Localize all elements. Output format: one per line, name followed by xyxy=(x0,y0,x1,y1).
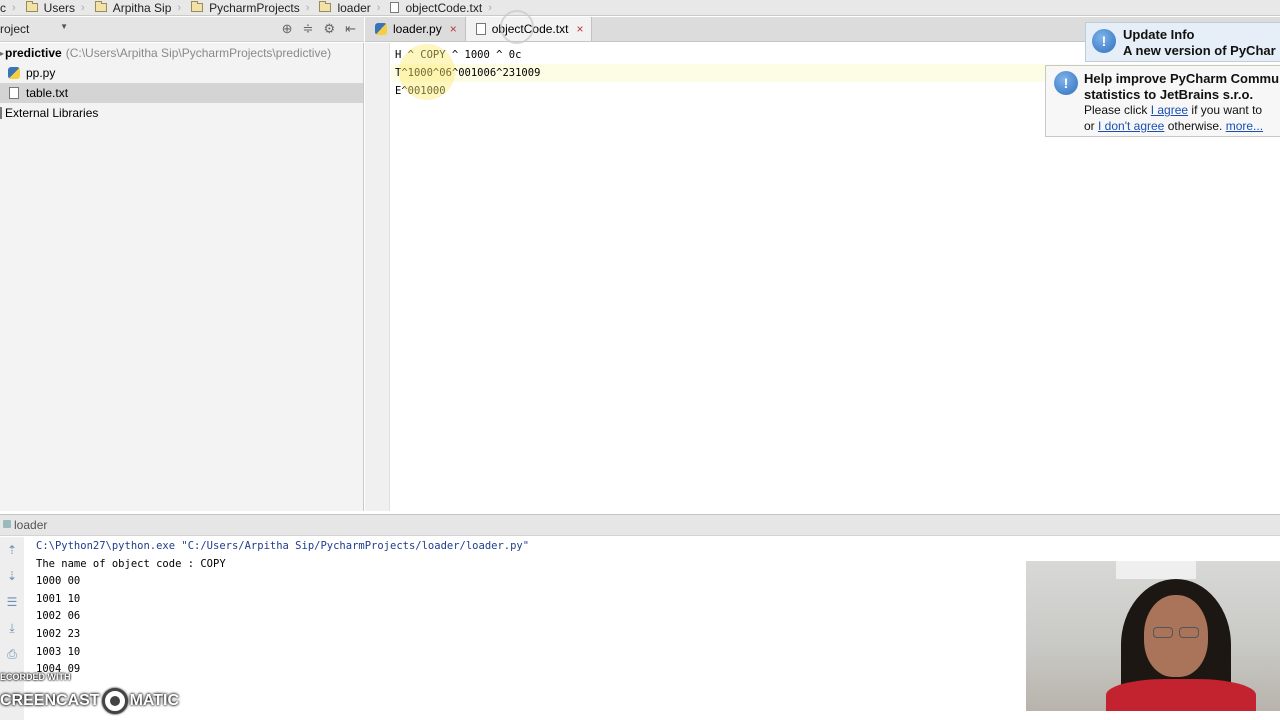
notification-title: Update Info xyxy=(1123,27,1195,42)
dropdown-arrow-icon: ▼ xyxy=(60,22,68,31)
python-file-icon xyxy=(375,23,387,35)
breadcrumb-label: Users xyxy=(43,0,76,15)
webcam-overlay xyxy=(1026,561,1280,711)
collapse-all-icon[interactable]: ≑ xyxy=(303,21,314,37)
breadcrumb-pycharmprojects[interactable]: PycharmProjects › xyxy=(185,0,313,15)
breadcrumb-loader[interactable]: loader › xyxy=(313,0,384,15)
tree-item-label: table.txt xyxy=(26,86,69,100)
text-file-icon xyxy=(9,87,19,99)
notification-disagree-line: or I don't agree otherwise. more... xyxy=(1084,119,1263,133)
tree-item-external-libraries[interactable]: External Libraries xyxy=(0,103,363,123)
editor-gutter[interactable] xyxy=(365,43,390,511)
tree-item-pp-py[interactable]: pp.py xyxy=(0,63,363,83)
tree-item-label: pp.py xyxy=(26,66,56,80)
locate-file-icon[interactable]: ⊕ xyxy=(282,21,293,37)
notification-text: A new version of PyChar xyxy=(1123,43,1276,58)
folder-icon xyxy=(319,1,332,12)
breadcrumb-label: loader xyxy=(337,0,371,15)
glasses-icon xyxy=(1153,627,1173,638)
breadcrumb-separator: › xyxy=(12,1,16,14)
tree-item-label: predictive xyxy=(5,46,62,60)
breadcrumb-label: PycharmProjects xyxy=(209,0,300,15)
console-line: 1001 10 xyxy=(36,592,81,605)
console-line: The name of object code : COPY xyxy=(36,557,226,570)
more-link[interactable]: more... xyxy=(1226,119,1263,133)
notification-text: if you want to xyxy=(1188,103,1263,117)
project-panel-header: roject ▼ ⊕ ≑ ⚙ ⇤ xyxy=(0,17,364,42)
text-file-icon xyxy=(475,23,486,35)
click-indicator xyxy=(500,10,534,44)
notification-agree-line: Please click I agree if you want to xyxy=(1084,103,1262,117)
watermark-text-right: MATIC xyxy=(129,692,180,709)
breadcrumb-separator: › xyxy=(488,1,492,14)
folder-icon xyxy=(191,1,204,12)
scroll-to-end-icon[interactable]: ⤓ xyxy=(0,615,24,641)
breadcrumb-lead-label: c xyxy=(0,0,6,15)
folder-icon xyxy=(94,1,107,12)
text-file-icon xyxy=(390,2,400,13)
hide-panel-icon[interactable]: ⇤ xyxy=(345,21,356,37)
notification-title: Help improve PyCharm Commu xyxy=(1084,71,1280,86)
run-configuration-label[interactable]: loader xyxy=(14,518,47,532)
python-file-icon xyxy=(8,67,20,79)
breadcrumb-label: Arpitha Sip xyxy=(112,0,172,15)
notification-text: Please click xyxy=(1084,103,1151,117)
breadcrumb-separator: › xyxy=(305,1,310,14)
notification-subtitle: statistics to JetBrains s.r.o. xyxy=(1084,87,1254,102)
breadcrumb-users[interactable]: Users › xyxy=(20,0,89,15)
console-line: C:\Python27\python.exe "C:/Users/Arpitha… xyxy=(36,540,530,552)
tree-item-label: External Libraries xyxy=(5,106,99,120)
notification-text: otherwise. xyxy=(1164,119,1226,133)
project-view-label: roject xyxy=(0,22,30,36)
gear-icon[interactable]: ⚙ xyxy=(323,21,335,37)
info-icon: ! xyxy=(1092,29,1116,53)
watermark-caption: ECORDED WITH xyxy=(0,672,71,682)
soft-wrap-icon[interactable]: ☰ xyxy=(0,589,24,615)
navigation-breadcrumb: c › Users › Arpitha Sip › PycharmProjects › … xyxy=(0,0,1280,16)
run-icon xyxy=(3,520,11,528)
scroll-down-icon[interactable]: ⇣ xyxy=(0,563,24,589)
console-line: 1003 10 xyxy=(36,645,81,658)
screencast-logo-icon xyxy=(101,688,128,714)
agree-link[interactable]: I agree xyxy=(1151,103,1188,117)
console-line: 1000 00 xyxy=(36,575,81,588)
print-icon[interactable]: ⎙ xyxy=(0,641,24,667)
breadcrumb-label: objectCode.txt xyxy=(405,0,483,15)
console-line: 1002 06 xyxy=(36,610,81,623)
project-tree: ▸ predictive (C:\Users\Arpitha Sip\Pycha… xyxy=(0,43,364,511)
mouse-highlight-indicator xyxy=(399,44,455,100)
library-icon xyxy=(0,107,2,119)
presenter-shirt xyxy=(1106,679,1256,711)
breadcrumb-lead[interactable]: c › xyxy=(0,0,20,15)
glasses-icon xyxy=(1179,627,1199,638)
breadcrumb-arpitha[interactable]: Arpitha Sip › xyxy=(89,0,185,15)
info-icon: ! xyxy=(1054,71,1078,95)
update-info-notification[interactable]: ! Update Info A new version of PyChar xyxy=(1085,22,1280,62)
close-icon[interactable]: × xyxy=(450,22,457,36)
tree-item-table-txt[interactable]: table.txt xyxy=(0,83,363,103)
tab-label: loader.py xyxy=(393,22,442,36)
usage-statistics-notification[interactable]: ! Help improve PyCharm Commu statistics … xyxy=(1045,65,1280,137)
folder-icon xyxy=(25,1,38,12)
watermark-logo-text: CREENCAST MATIC xyxy=(0,688,179,714)
watermark-text-left: CREENCAST xyxy=(0,692,100,709)
tab-loader-py[interactable]: loader.py × xyxy=(365,17,466,41)
disagree-link[interactable]: I don't agree xyxy=(1098,119,1164,133)
project-view-selector[interactable]: roject ▼ xyxy=(0,22,70,36)
webcam-background xyxy=(1116,561,1196,579)
screencast-watermark: ECORDED WITH CREENCAST MATIC xyxy=(0,672,180,720)
close-icon[interactable]: × xyxy=(576,22,583,36)
breadcrumb-separator: › xyxy=(376,1,381,14)
console-line: 1002 23 xyxy=(36,628,81,640)
breadcrumb-separator: › xyxy=(81,1,85,14)
tree-item-path: (C:\Users\Arpitha Sip\PycharmProjects\pr… xyxy=(65,46,332,60)
tree-item-predictive[interactable]: ▸ predictive (C:\Users\Arpitha Sip\Pycha… xyxy=(0,43,363,63)
breadcrumb-separator: › xyxy=(177,1,182,14)
project-panel-tools: ⊕ ≑ ⚙ ⇤ xyxy=(282,21,364,37)
run-panel-header: loader xyxy=(0,514,1280,536)
notification-text: or xyxy=(1084,119,1099,133)
scroll-up-icon[interactable]: ⇡ xyxy=(0,537,24,563)
breadcrumb-file[interactable]: objectCode.txt › xyxy=(384,0,495,15)
